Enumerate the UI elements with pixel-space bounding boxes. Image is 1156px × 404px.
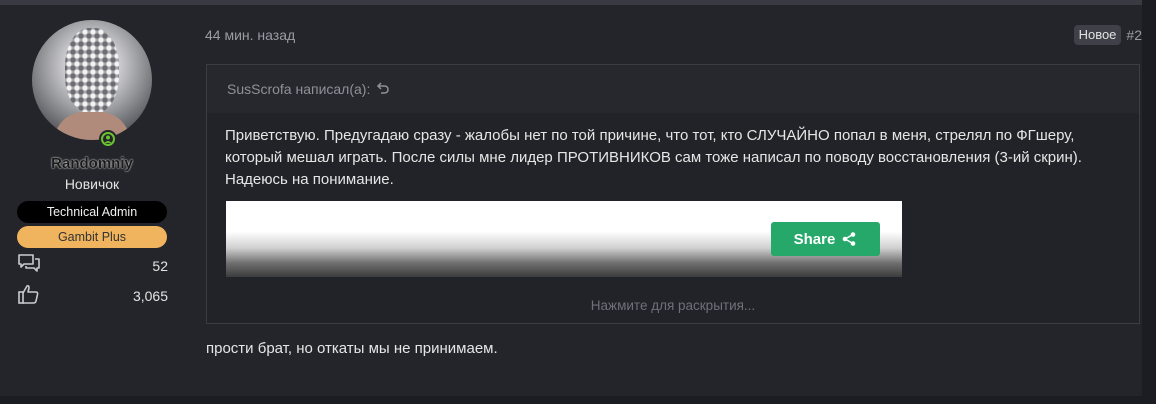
- quote-header[interactable]: SusScrofa написал(а):: [207, 65, 1139, 113]
- page-bottom-edge: [0, 396, 1156, 404]
- share-icon: [843, 232, 856, 246]
- avatar-wrapper: [32, 20, 152, 148]
- messages-stat: 52: [16, 253, 168, 280]
- quote-block: SusScrofa написал(а): Приветствую. Преду…: [206, 64, 1140, 324]
- messages-count: 52: [152, 258, 168, 274]
- quote-text: Приветствую. Предугадаю сразу - жалобы н…: [225, 127, 1082, 188]
- reactions-stat: 3,065: [16, 284, 168, 308]
- post-date[interactable]: 44 мин. назад: [205, 27, 295, 43]
- share-button-label: Share: [793, 230, 836, 248]
- user-title: Новичок: [64, 176, 120, 192]
- expand-quote-link[interactable]: Нажмите для раскрытия...: [207, 287, 1139, 323]
- user-banner-gambit-plus: Gambit Plus: [17, 226, 167, 248]
- post-attributes: Новое #2: [1073, 25, 1142, 45]
- user-info: Randomniy Новичок Technical Admin Gambit…: [16, 20, 168, 308]
- online-status-icon: [99, 130, 117, 148]
- new-badge: Новое: [1073, 25, 1122, 45]
- embedded-image[interactable]: Share: [226, 201, 902, 285]
- page-right-edge: [1142, 0, 1156, 404]
- avatar-mask-figure: [65, 28, 119, 114]
- reactions-count: 3,065: [132, 288, 168, 304]
- post-body-text: прости брат, но откаты мы не принимаем.: [206, 340, 498, 357]
- share-button[interactable]: Share: [771, 222, 880, 256]
- quote-author[interactable]: SusScrofa написал(а):: [227, 81, 370, 97]
- jump-to-quote-icon[interactable]: [376, 81, 390, 98]
- username[interactable]: Randomniy: [16, 155, 168, 173]
- messages-icon: [17, 253, 41, 280]
- user-banner-technical-admin: Technical Admin: [17, 201, 167, 223]
- post-number-link[interactable]: #2: [1126, 27, 1142, 43]
- avatar-shirt: [54, 112, 130, 140]
- reactions-thumbs-up-icon: [17, 283, 41, 310]
- avatar[interactable]: [32, 20, 152, 140]
